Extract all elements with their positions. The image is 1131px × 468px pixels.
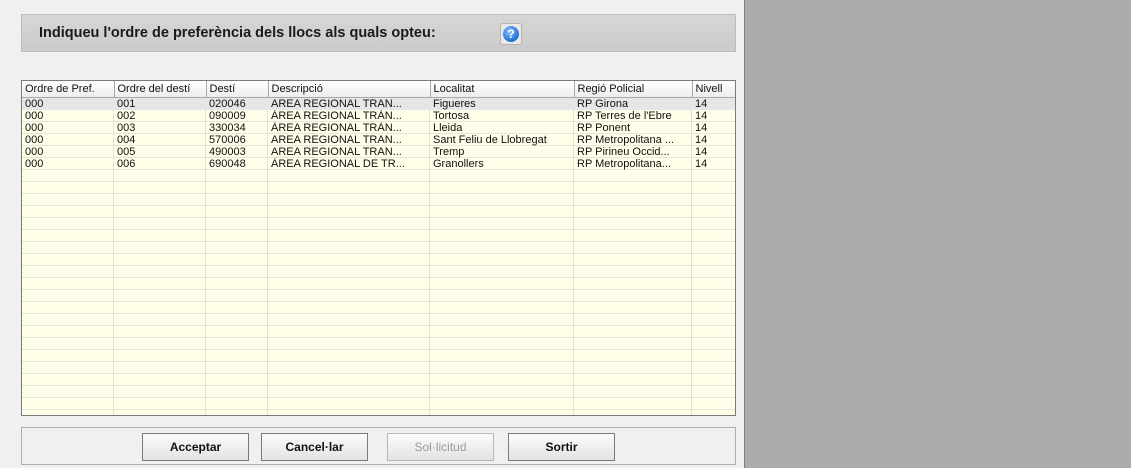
column-header-pref-order[interactable]: Ordre de Pref. [22, 81, 115, 98]
request-button[interactable]: Sol·licitud [387, 433, 494, 461]
table-cell: 14 [695, 158, 708, 170]
column-header-destination[interactable]: Destí [206, 81, 269, 98]
table-cell: RP Metropolitana ... [577, 134, 675, 146]
table-cell: 005 [117, 146, 136, 158]
column-header-destination-order[interactable]: Ordre del destí [114, 81, 207, 98]
table-cell: Sant Feliu de Llobregat [433, 134, 547, 146]
table-row[interactable]: 000 005 490003 AREA REGIONAL TRAN... Tre… [22, 146, 735, 158]
column-header-description[interactable]: Descripció [268, 81, 431, 98]
table-cell: 006 [117, 158, 136, 170]
table-cell: AREA REGIONAL TRAN... [271, 146, 402, 158]
column-header-level[interactable]: Nivell [692, 81, 735, 98]
table-cell: ÀREA REGIONAL DE TR... [271, 158, 405, 170]
table-cell: 000 [25, 122, 44, 134]
table-cell: Tremp [433, 146, 465, 158]
accept-button[interactable]: Acceptar [142, 433, 249, 461]
preferences-table: Ordre de Pref. Ordre del destí Destí Des… [22, 81, 735, 170]
table-cell: 14 [692, 97, 735, 110]
table-cell: 001 [114, 97, 206, 110]
table-row[interactable]: 000 001 020046 AREA REGIONAL TRAN... Fig… [22, 97, 735, 110]
table-cell: 14 [695, 146, 708, 158]
table-cell: 000 [25, 158, 44, 170]
table-row[interactable]: 000 002 090009 ÀREA REGIONAL TRÀN... Tor… [22, 110, 735, 122]
table-row[interactable]: 000 003 330034 ÀREA REGIONAL TRÀN... Lle… [22, 122, 735, 134]
table-cell: 330034 [209, 122, 246, 134]
table-cell: 020046 [206, 97, 268, 110]
table-row[interactable]: 000 004 570006 AREA REGIONAL TRAN... San… [22, 134, 735, 146]
table-cell: 002 [117, 110, 136, 122]
table-cell: 000 [22, 97, 114, 110]
table-cell: Lleida [433, 122, 463, 134]
exit-button[interactable]: Sortir [508, 433, 615, 461]
table-cell: 000 [25, 134, 44, 146]
table-cell: 000 [25, 110, 44, 122]
table-cell: ÀREA REGIONAL TRÀN... [271, 110, 402, 122]
table-cell: RP Girona [574, 97, 692, 110]
help-icon: ? [503, 26, 519, 42]
table-cell: 14 [695, 134, 708, 146]
table-cell: 000 [25, 146, 44, 158]
table-header-row: Ordre de Pref. Ordre del destí Destí Des… [22, 81, 735, 98]
preferences-grid[interactable]: Ordre de Pref. Ordre del destí Destí Des… [21, 80, 736, 416]
table-cell: 490003 [209, 146, 246, 158]
page-title: Indiqueu l'ordre de preferència dels llo… [39, 25, 436, 41]
header-bar: Indiqueu l'ordre de preferència dels llo… [21, 14, 736, 52]
main-panel: Indiqueu l'ordre de preferència dels llo… [0, 0, 744, 468]
table-cell: ÀREA REGIONAL TRÀN... [271, 122, 402, 134]
table-cell: 003 [117, 122, 136, 134]
column-header-locality[interactable]: Localitat [430, 81, 575, 98]
table-cell: 090009 [209, 110, 246, 122]
table-cell: RP Ponent [577, 122, 631, 134]
table-cell: 14 [695, 122, 708, 134]
table-cell: 004 [117, 134, 136, 146]
table-cell: RP Metropolitana... [577, 158, 671, 170]
empty-workspace [744, 0, 1131, 468]
table-cell: RP Terres de l'Ebre [577, 110, 672, 122]
button-bar: Acceptar Cancel·lar Sol·licitud Sortir [21, 427, 736, 465]
table-row[interactable]: 000 006 690048 ÀREA REGIONAL DE TR... Gr… [22, 158, 735, 170]
table-cell: Granollers [433, 158, 484, 170]
cancel-button[interactable]: Cancel·lar [261, 433, 368, 461]
column-header-police-region[interactable]: Regió Policial [574, 81, 693, 98]
table-cell: RP Pirineu Occid... [577, 146, 670, 158]
table-cell: Figueres [430, 97, 574, 110]
help-button[interactable]: ? [500, 23, 522, 45]
table-cell: AREA REGIONAL TRAN... [268, 97, 430, 110]
table-cell: 14 [695, 110, 708, 122]
table-cell: Tortosa [433, 110, 470, 122]
table-cell: 570006 [209, 134, 246, 146]
table-cell: 690048 [209, 158, 246, 170]
table-cell: AREA REGIONAL TRAN... [271, 134, 402, 146]
